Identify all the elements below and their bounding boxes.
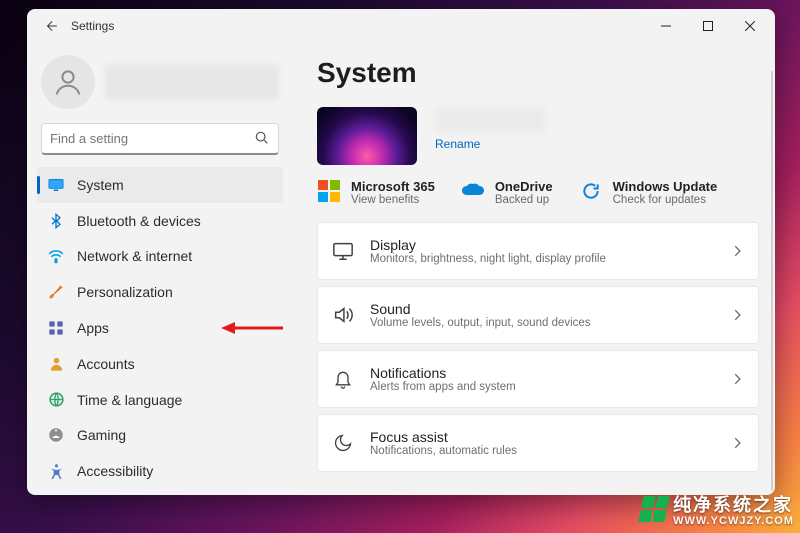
card-focus-assist[interactable]: Focus assistNotifications, automatic rul… bbox=[317, 414, 759, 472]
nav-item-accounts[interactable]: Accounts bbox=[37, 346, 283, 382]
status-title: Microsoft 365 bbox=[351, 179, 435, 194]
main-pane: System Rename Microsoft 365View benefits bbox=[293, 43, 775, 495]
nav-label: Apps bbox=[77, 320, 109, 336]
nav-label: Accessibility bbox=[77, 463, 153, 479]
apps-icon bbox=[47, 319, 65, 337]
card-title: Notifications bbox=[370, 365, 714, 381]
nav-label: Personalization bbox=[77, 284, 173, 300]
status-onedrive[interactable]: OneDriveBacked up bbox=[461, 179, 553, 206]
sound-icon bbox=[332, 304, 354, 326]
watermark-cn: 纯净系统之家 bbox=[673, 491, 794, 517]
search-input[interactable] bbox=[50, 131, 254, 146]
avatar bbox=[41, 55, 95, 109]
watermark-logo bbox=[638, 496, 670, 522]
display-icon bbox=[332, 240, 354, 262]
window-body: System Bluetooth & devices Network & int… bbox=[27, 43, 775, 495]
card-sound[interactable]: SoundVolume levels, output, input, sound… bbox=[317, 286, 759, 344]
status-windows-update[interactable]: Windows UpdateCheck for updates bbox=[579, 179, 718, 206]
profile-block[interactable] bbox=[37, 49, 283, 119]
globe-icon bbox=[47, 391, 65, 409]
nav-label: Gaming bbox=[77, 427, 126, 443]
bell-icon bbox=[332, 368, 354, 390]
rename-link[interactable]: Rename bbox=[435, 137, 545, 151]
chevron-right-icon bbox=[730, 372, 744, 386]
card-display[interactable]: DisplayMonitors, brightness, night light… bbox=[317, 222, 759, 280]
settings-cards: DisplayMonitors, brightness, night light… bbox=[317, 222, 759, 472]
nav-item-network[interactable]: Network & internet bbox=[37, 238, 283, 274]
status-sub: Check for updates bbox=[613, 194, 718, 206]
gaming-icon bbox=[47, 426, 65, 444]
search-icon bbox=[254, 130, 270, 146]
title-bar: Settings bbox=[27, 9, 775, 43]
card-title: Sound bbox=[370, 301, 714, 317]
system-icon bbox=[47, 176, 65, 194]
card-notifications[interactable]: NotificationsAlerts from apps and system bbox=[317, 350, 759, 408]
nav-item-bluetooth[interactable]: Bluetooth & devices bbox=[37, 203, 283, 239]
card-sub: Alerts from apps and system bbox=[370, 381, 714, 393]
accessibility-icon bbox=[47, 462, 65, 480]
status-title: Windows Update bbox=[613, 179, 718, 194]
nav-item-system[interactable]: System bbox=[37, 167, 283, 203]
minimize-button[interactable] bbox=[645, 12, 687, 40]
nav-label: Bluetooth & devices bbox=[77, 213, 201, 229]
maximize-button[interactable] bbox=[687, 12, 729, 40]
sidebar: System Bluetooth & devices Network & int… bbox=[27, 43, 293, 495]
person-icon bbox=[47, 355, 65, 373]
card-sub: Notifications, automatic rules bbox=[370, 445, 714, 457]
app-title: Settings bbox=[71, 19, 114, 33]
page-title: System bbox=[317, 57, 759, 89]
chevron-right-icon bbox=[730, 436, 744, 450]
update-icon bbox=[579, 179, 603, 203]
microsoft365-icon bbox=[317, 179, 341, 203]
scrollbar[interactable] bbox=[771, 71, 773, 491]
device-name-redacted bbox=[435, 107, 545, 133]
card-sub: Volume levels, output, input, sound devi… bbox=[370, 317, 714, 329]
chevron-right-icon bbox=[730, 308, 744, 322]
onedrive-icon bbox=[461, 179, 485, 203]
device-hero: Rename bbox=[317, 107, 759, 165]
brush-icon bbox=[47, 283, 65, 301]
desktop-thumbnail[interactable] bbox=[317, 107, 417, 165]
card-title: Display bbox=[370, 237, 714, 253]
bluetooth-icon bbox=[47, 212, 65, 230]
nav-label: System bbox=[77, 177, 124, 193]
watermark-en: WWW.YCWJZY.COM bbox=[673, 515, 794, 527]
nav-item-time-language[interactable]: Time & language bbox=[37, 382, 283, 418]
nav-label: Time & language bbox=[77, 392, 182, 408]
nav-item-gaming[interactable]: Gaming bbox=[37, 417, 283, 453]
nav-item-apps[interactable]: Apps bbox=[37, 310, 283, 346]
watermark: 纯净系统之家 WWW.YCWJZY.COM bbox=[641, 491, 794, 527]
nav-list: System Bluetooth & devices Network & int… bbox=[37, 167, 283, 489]
status-title: OneDrive bbox=[495, 179, 553, 194]
search-box[interactable] bbox=[41, 123, 279, 155]
annotation-arrow bbox=[221, 321, 283, 335]
nav-item-accessibility[interactable]: Accessibility bbox=[37, 453, 283, 489]
profile-name-redacted bbox=[105, 64, 279, 100]
card-title: Focus assist bbox=[370, 429, 714, 445]
status-row: Microsoft 365View benefits OneDriveBacke… bbox=[317, 179, 759, 206]
nav-label: Accounts bbox=[77, 356, 135, 372]
status-microsoft365[interactable]: Microsoft 365View benefits bbox=[317, 179, 435, 206]
settings-window: Settings System bbox=[27, 9, 775, 495]
status-sub: View benefits bbox=[351, 194, 435, 206]
nav-label: Network & internet bbox=[77, 248, 192, 264]
nav-item-personalization[interactable]: Personalization bbox=[37, 274, 283, 310]
wifi-icon bbox=[47, 247, 65, 265]
card-sub: Monitors, brightness, night light, displ… bbox=[370, 253, 714, 265]
chevron-right-icon bbox=[730, 244, 744, 258]
moon-icon bbox=[332, 432, 354, 454]
status-sub: Backed up bbox=[495, 194, 553, 206]
back-button[interactable] bbox=[37, 12, 65, 40]
close-button[interactable] bbox=[729, 12, 771, 40]
